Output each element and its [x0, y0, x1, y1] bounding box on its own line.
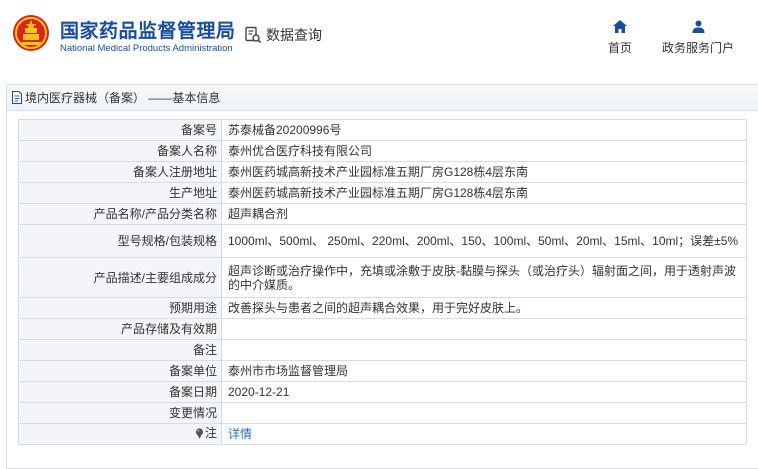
table-row: 备注 — [18, 339, 747, 361]
table-row: 备案单位 泰州市市场监督管理局 — [18, 360, 747, 382]
national-emblem-icon — [13, 15, 49, 51]
row-label: 备注 — [18, 339, 222, 361]
table-row: 备案人名称 泰州优合医疗科技有限公司 — [18, 140, 747, 162]
basic-info-panel: 境内医疗器械（备案） ——基本信息 备案号 苏泰械备20200996号 备案人名… — [6, 84, 758, 469]
row-label: 备案人注册地址 — [18, 161, 222, 183]
user-icon — [692, 20, 704, 33]
pin-icon — [195, 428, 204, 439]
row-label: 备案日期 — [18, 381, 222, 403]
note-label-cell: 注 — [18, 423, 222, 445]
section-title-bar: 境内医疗器械（备案） ——基本信息 — [7, 85, 758, 111]
info-table: 备案号 苏泰械备20200996号 备案人名称 泰州优合医疗科技有限公司 备案人… — [18, 119, 747, 445]
row-label: 产品存储及有效期 — [18, 318, 222, 340]
table-row: 备案人注册地址 泰州医药城高新技术产业园标准五期厂房G128栋4层东南 — [18, 161, 747, 183]
site-header: 国家药品监督管理局 National Medical Products Admi… — [0, 0, 758, 66]
data-query-link[interactable]: 数据查询 — [244, 25, 322, 45]
table-row: 型号规格/包装规格 1000ml、500ml、 250ml、220ml、200m… — [18, 224, 747, 258]
row-label: 备案人名称 — [18, 140, 222, 162]
row-value — [221, 402, 747, 424]
home-icon — [613, 20, 627, 33]
row-label: 型号规格/包装规格 — [18, 224, 222, 258]
data-query-label: 数据查询 — [266, 27, 322, 43]
table-row-note: 注 详情 — [18, 423, 747, 445]
row-value: 泰州优合医疗科技有限公司 — [221, 140, 747, 162]
row-label: 产品名称/产品分类名称 — [18, 203, 222, 225]
table-row: 备案日期 2020-12-21 — [18, 381, 747, 403]
nav-service-portal[interactable]: 政务服务门户 — [654, 20, 742, 56]
brand-subtitle: National Medical Products Administration — [60, 43, 233, 54]
document-icon — [12, 91, 22, 104]
row-value — [221, 318, 747, 340]
row-value: 苏泰械备20200996号 — [221, 119, 747, 141]
row-value: 2020-12-21 — [221, 381, 747, 403]
note-label: 注 — [204, 426, 217, 441]
table-row: 生产地址 泰州医药城高新技术产业园标准五期厂房G128栋4层东南 — [18, 182, 747, 204]
row-value: 改善探头与患者之间的超声耦合效果，用于完好皮肤上。 — [221, 297, 747, 319]
row-label: 备案号 — [18, 119, 222, 141]
details-link[interactable]: 详情 — [228, 427, 252, 441]
document-search-icon — [245, 26, 262, 44]
row-label: 预期用途 — [18, 297, 222, 319]
section-title: 境内医疗器械（备案） ——基本信息 — [25, 91, 221, 105]
nav-home[interactable]: 首页 — [598, 20, 642, 56]
table-row: 产品描述/主要组成成分 超声诊断或治疗操作中，充填或涂敷于皮肤-黏膜与探头（或治… — [18, 257, 747, 298]
row-value: 泰州医药城高新技术产业园标准五期厂房G128栋4层东南 — [221, 182, 747, 204]
table-row: 预期用途 改善探头与患者之间的超声耦合效果，用于完好皮肤上。 — [18, 297, 747, 319]
table-row: 产品存储及有效期 — [18, 318, 747, 340]
brand-title: 国家药品监督管理局 — [60, 21, 236, 42]
note-value-cell: 详情 — [221, 423, 747, 445]
row-value: 1000ml、500ml、 250ml、220ml、200ml、150、100m… — [221, 224, 747, 258]
row-value: 泰州医药城高新技术产业园标准五期厂房G128栋4层东南 — [221, 161, 747, 183]
table-row: 备案号 苏泰械备20200996号 — [18, 119, 747, 141]
row-label: 变更情况 — [18, 402, 222, 424]
row-value — [221, 339, 747, 361]
row-label: 产品描述/主要组成成分 — [18, 257, 222, 298]
nav-home-label: 首页 — [607, 41, 632, 55]
row-value: 泰州市市场监督管理局 — [221, 360, 747, 382]
table-row: 变更情况 — [18, 402, 747, 424]
row-label: 生产地址 — [18, 182, 222, 204]
row-value: 超声耦合剂 — [221, 203, 747, 225]
table-row: 产品名称/产品分类名称 超声耦合剂 — [18, 203, 747, 225]
row-value: 超声诊断或治疗操作中，充填或涂敷于皮肤-黏膜与探头（或治疗头）辐射面之间，用于透… — [221, 257, 747, 298]
nav-portal-label: 政务服务门户 — [661, 41, 734, 55]
row-label: 备案单位 — [18, 360, 222, 382]
